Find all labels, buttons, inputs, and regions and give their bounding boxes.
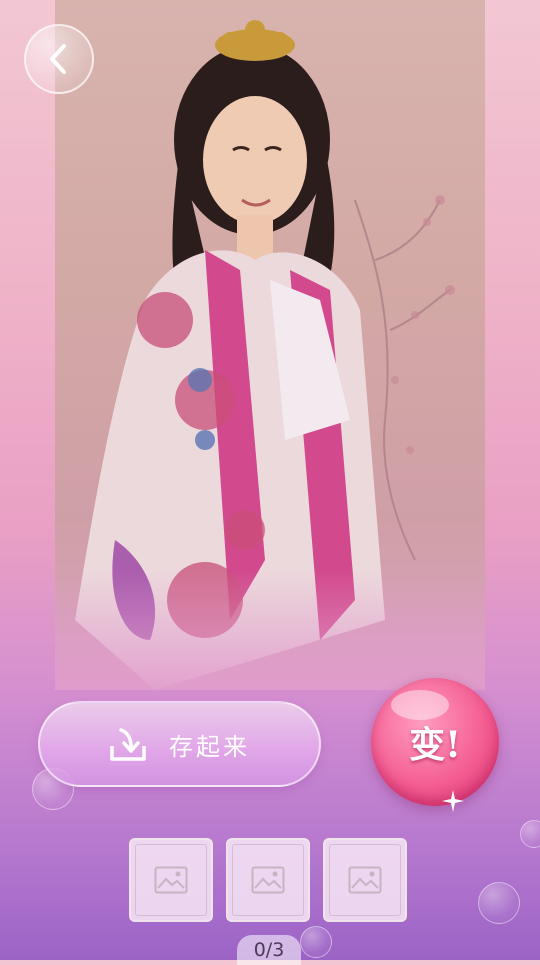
image-placeholder-icon — [251, 866, 285, 894]
transform-label: 变! — [409, 724, 461, 766]
thumbnail-slot-3[interactable] — [323, 838, 407, 922]
save-label: 存起来 — [169, 732, 250, 761]
back-button[interactable] — [24, 24, 94, 94]
thumbnail-slot-2[interactable] — [226, 838, 310, 922]
save-button[interactable]: 存起来 — [38, 701, 321, 787]
image-placeholder-icon — [154, 866, 188, 894]
chevron-left-icon — [50, 44, 66, 74]
saved-counter: 0/3 — [237, 935, 301, 965]
thumbnail-slot-1[interactable] — [129, 838, 213, 922]
portrait-photo — [55, 0, 485, 690]
decor-bubble — [520, 820, 540, 848]
transform-button[interactable]: 变! — [371, 678, 499, 806]
photo-fade — [55, 570, 485, 690]
download-icon — [110, 728, 146, 761]
image-placeholder-icon — [348, 866, 382, 894]
sparkle-icon — [442, 790, 464, 812]
decor-bubble — [300, 926, 332, 958]
decor-bubble — [478, 882, 520, 924]
